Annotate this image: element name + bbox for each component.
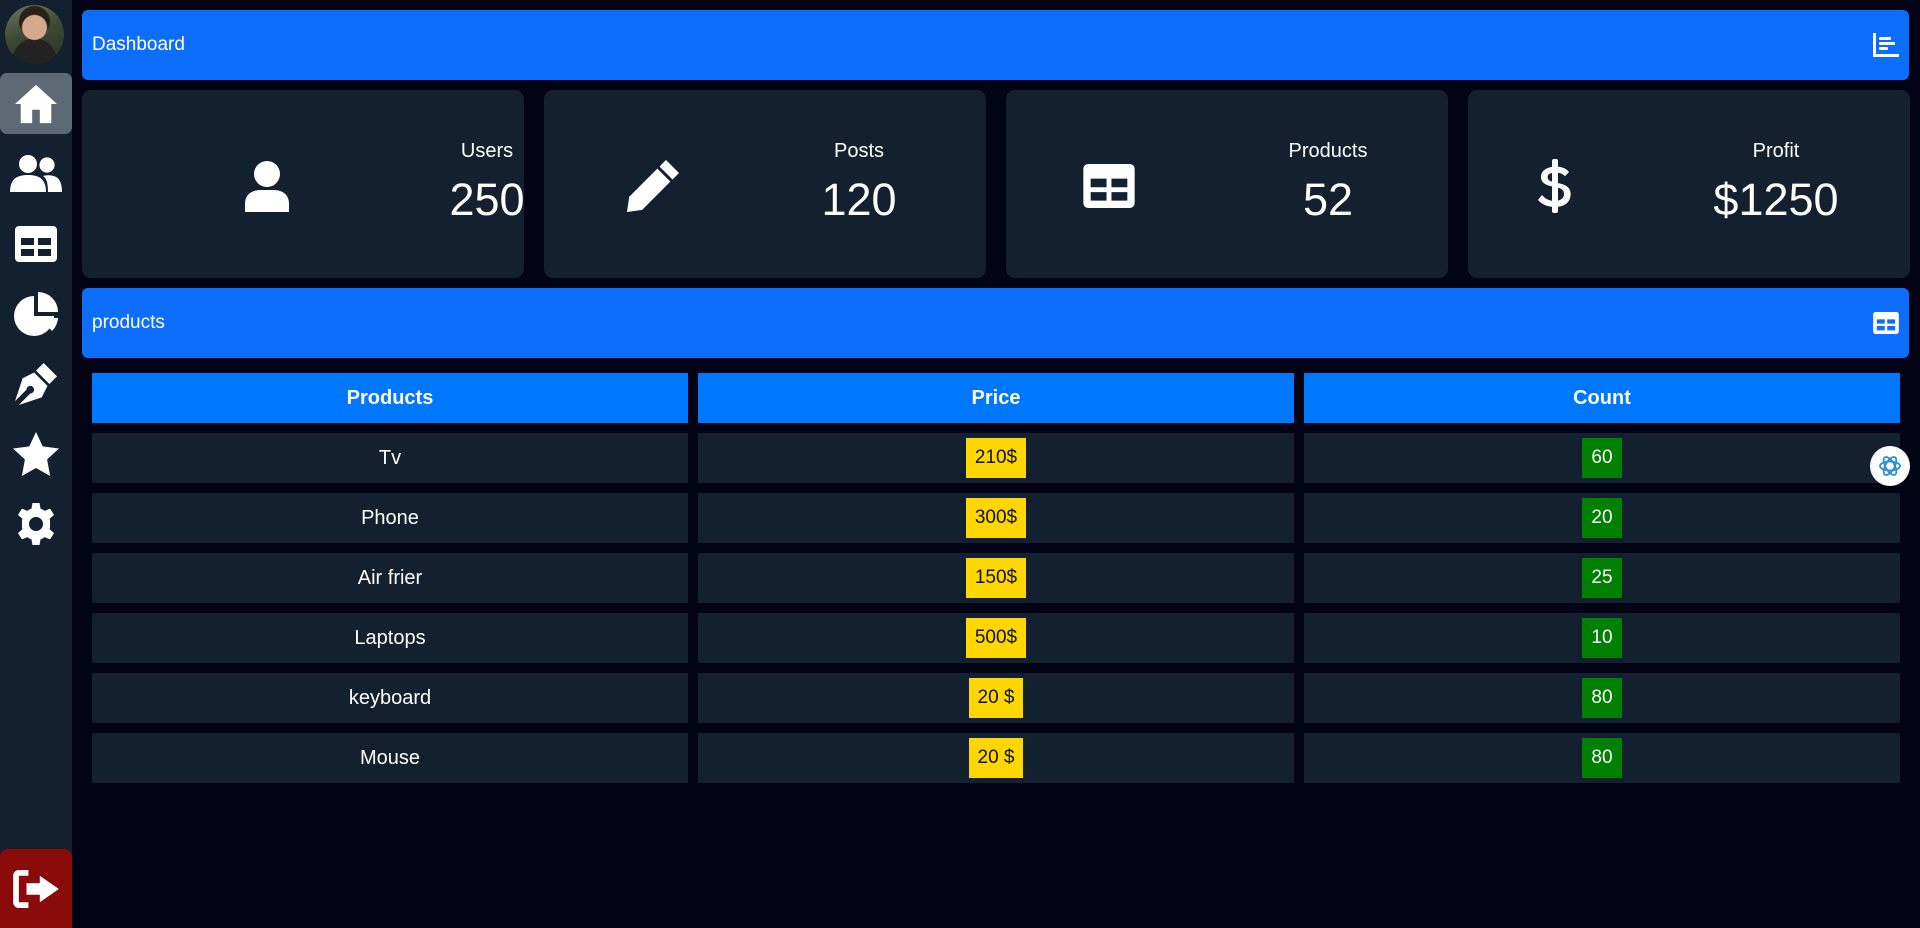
count-badge: 20 xyxy=(1582,498,1622,538)
stat-label: Profit xyxy=(1752,140,1800,162)
price-badge: 210$ xyxy=(965,438,1027,478)
stat-value: 250 xyxy=(449,174,525,225)
page-title: Dashboard xyxy=(92,34,185,55)
stat-card-users: Users 250 xyxy=(82,90,525,278)
price-badge: 150$ xyxy=(965,558,1027,598)
bar-chart-icon[interactable] xyxy=(1873,33,1899,57)
table-row: Laptops 500$ 10 xyxy=(92,613,1900,663)
price-cell: 210$ xyxy=(698,433,1294,483)
avatar[interactable] xyxy=(5,5,64,64)
pencil-icon xyxy=(627,160,679,212)
assistant-button[interactable] xyxy=(1870,446,1910,486)
price-cell: 150$ xyxy=(698,553,1294,603)
table-header-row: Products Price Count xyxy=(92,373,1900,423)
sidebar-item-home[interactable] xyxy=(0,73,72,134)
table-row: keyboard 20 $ 80 xyxy=(92,673,1900,723)
count-cell: 80 xyxy=(1304,733,1900,783)
stat-card-products: Products 52 xyxy=(1006,90,1448,278)
product-name-cell: Air frier xyxy=(92,553,688,603)
product-name-cell: keyboard xyxy=(92,673,688,723)
count-badge: 60 xyxy=(1582,438,1622,478)
count-badge: 80 xyxy=(1582,738,1622,778)
sidebar-item-settings[interactable] xyxy=(0,493,72,554)
stat-value: 120 xyxy=(821,174,897,225)
product-name-cell: Tv xyxy=(92,433,688,483)
pen-nib-icon xyxy=(15,362,57,405)
stat-card-profit: Profit $1250 xyxy=(1468,90,1910,278)
stat-label: Posts xyxy=(833,140,885,162)
logout-icon xyxy=(13,869,59,908)
count-badge: 80 xyxy=(1582,678,1622,718)
stat-value: $1250 xyxy=(1713,174,1839,225)
stat-label: Users xyxy=(460,140,514,162)
assistant-icon xyxy=(1879,456,1901,476)
count-cell: 25 xyxy=(1304,553,1900,603)
section-title: products xyxy=(92,312,165,333)
product-name: Phone xyxy=(361,506,419,529)
sidebar-item-users[interactable] xyxy=(0,143,72,204)
table-row: Air frier 150$ 25 xyxy=(92,553,1900,603)
table-icon[interactable] xyxy=(1873,312,1899,334)
stat-card-posts: Posts 120 xyxy=(544,90,986,278)
count-cell: 60 xyxy=(1304,433,1900,483)
product-name: keyboard xyxy=(348,686,432,709)
column-header-price[interactable]: Price xyxy=(698,373,1294,423)
product-name-cell: Phone xyxy=(92,493,688,543)
product-name: Tv xyxy=(378,446,402,469)
price-badge: 500$ xyxy=(965,618,1027,658)
price-badge: 20 $ xyxy=(968,678,1024,718)
stat-value: 52 xyxy=(1302,174,1354,225)
product-name: Air frier xyxy=(357,566,423,589)
table-row: Phone 300$ 20 xyxy=(92,493,1900,543)
price-badge: 300$ xyxy=(965,498,1027,538)
logout-button[interactable] xyxy=(0,849,72,928)
price-cell: 300$ xyxy=(698,493,1294,543)
table-icon xyxy=(1083,164,1135,208)
sidebar-item-tables[interactable] xyxy=(0,213,72,274)
count-badge: 25 xyxy=(1582,558,1622,598)
dashboard-header: Dashboard xyxy=(82,10,1909,80)
products-table: Products Price Count Tv 210$ 60 Phone 30… xyxy=(92,373,1900,793)
price-cell: 20 $ xyxy=(698,733,1294,783)
products-header: products xyxy=(82,288,1909,358)
home-icon xyxy=(15,84,57,123)
table-row: Mouse 20 $ 80 xyxy=(92,733,1900,783)
count-badge: 10 xyxy=(1582,618,1622,658)
user-icon xyxy=(245,161,289,212)
column-header-products[interactable]: Products xyxy=(92,373,688,423)
sidebar-item-posts[interactable] xyxy=(0,353,72,414)
product-name-cell: Laptops xyxy=(92,613,688,663)
price-cell: 500$ xyxy=(698,613,1294,663)
table-row: Tv 210$ 60 xyxy=(92,433,1900,483)
pie-chart-icon xyxy=(14,291,58,336)
price-cell: 20 $ xyxy=(698,673,1294,723)
column-header-count[interactable]: Count xyxy=(1304,373,1900,423)
count-cell: 10 xyxy=(1304,613,1900,663)
product-name: Mouse xyxy=(359,746,421,769)
product-name-cell: Mouse xyxy=(92,733,688,783)
star-icon xyxy=(13,431,59,476)
users-icon xyxy=(10,154,62,192)
dollar-icon xyxy=(1538,159,1571,213)
price-badge: 20 $ xyxy=(968,738,1024,778)
sidebar xyxy=(0,0,72,928)
gear-icon xyxy=(17,502,55,545)
sidebar-item-favorites[interactable] xyxy=(0,423,72,484)
count-cell: 80 xyxy=(1304,673,1900,723)
stat-label: Products xyxy=(1288,140,1368,162)
count-cell: 20 xyxy=(1304,493,1900,543)
table-icon xyxy=(15,225,57,262)
sidebar-item-charts[interactable] xyxy=(0,283,72,344)
product-name: Laptops xyxy=(354,626,426,649)
